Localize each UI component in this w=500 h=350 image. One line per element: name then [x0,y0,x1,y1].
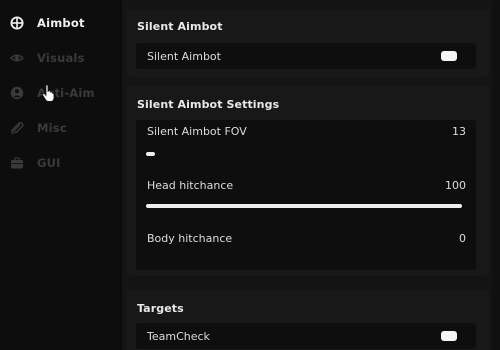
toggle-label: TeamCheck [147,330,210,343]
sidebar: Aimbot Visuals Anti-Aim Misc GUI [0,0,120,350]
section-title: Silent Aimbot Settings [137,98,280,111]
app-window: Aimbot Visuals Anti-Aim Misc GUI Silent … [0,0,500,350]
targets-section: Targets TeamCheck [126,290,490,350]
teamcheck-toggle[interactable] [441,331,457,341]
body-hitchance-slider[interactable] [146,258,462,262]
slider-label: Silent Aimbot FOV [147,125,247,138]
section-title: Silent Aimbot [137,20,223,33]
teamcheck-row[interactable]: TeamCheck [136,323,476,349]
head-hitchance-slider[interactable] [146,204,462,208]
eye-icon [10,51,24,65]
slider-value: 100 [445,179,466,192]
toggle-label: Silent Aimbot [147,50,221,63]
sidebar-item-misc[interactable]: Misc [0,114,120,142]
slider-label: Head hitchance [147,179,234,192]
silent-aimbot-toggle[interactable] [441,51,457,61]
silent-aimbot-settings-section: Silent Aimbot Settings Silent Aimbot FOV… [126,86,490,276]
crosshair-icon [10,16,24,30]
sidebar-item-gui[interactable]: GUI [0,149,120,177]
scroll-edge [492,0,500,350]
content-panel: Silent Aimbot Silent Aimbot Silent Aimbo… [122,0,500,350]
silent-aimbot-fov-slider[interactable] [146,152,462,156]
sidebar-item-anti-aim[interactable]: Anti-Aim [0,79,120,107]
hand-pointer-cursor-icon [42,84,55,102]
section-title: Targets [137,302,184,315]
slider-value: 0 [459,232,466,245]
silent-aimbot-row[interactable]: Silent Aimbot [136,43,476,69]
slider-value: 13 [452,125,466,138]
sidebar-item-visuals[interactable]: Visuals [0,44,120,72]
user-circle-icon [10,86,24,100]
sidebar-item-label: Misc [37,121,67,135]
sidebar-item-aimbot[interactable]: Aimbot [0,9,120,37]
slider-fill [146,204,462,208]
sidebar-item-label: GUI [37,156,61,170]
briefcase-icon [10,156,24,170]
paperclip-icon [10,121,24,135]
settings-sliders-row: Silent Aimbot FOV 13 Head hitchance 100 … [136,120,476,270]
sidebar-item-label: Visuals [37,51,85,65]
slider-fill [146,152,155,156]
slider-label: Body hitchance [147,232,233,245]
silent-aimbot-section: Silent Aimbot Silent Aimbot [126,9,490,77]
sidebar-item-label: Aimbot [37,16,85,30]
